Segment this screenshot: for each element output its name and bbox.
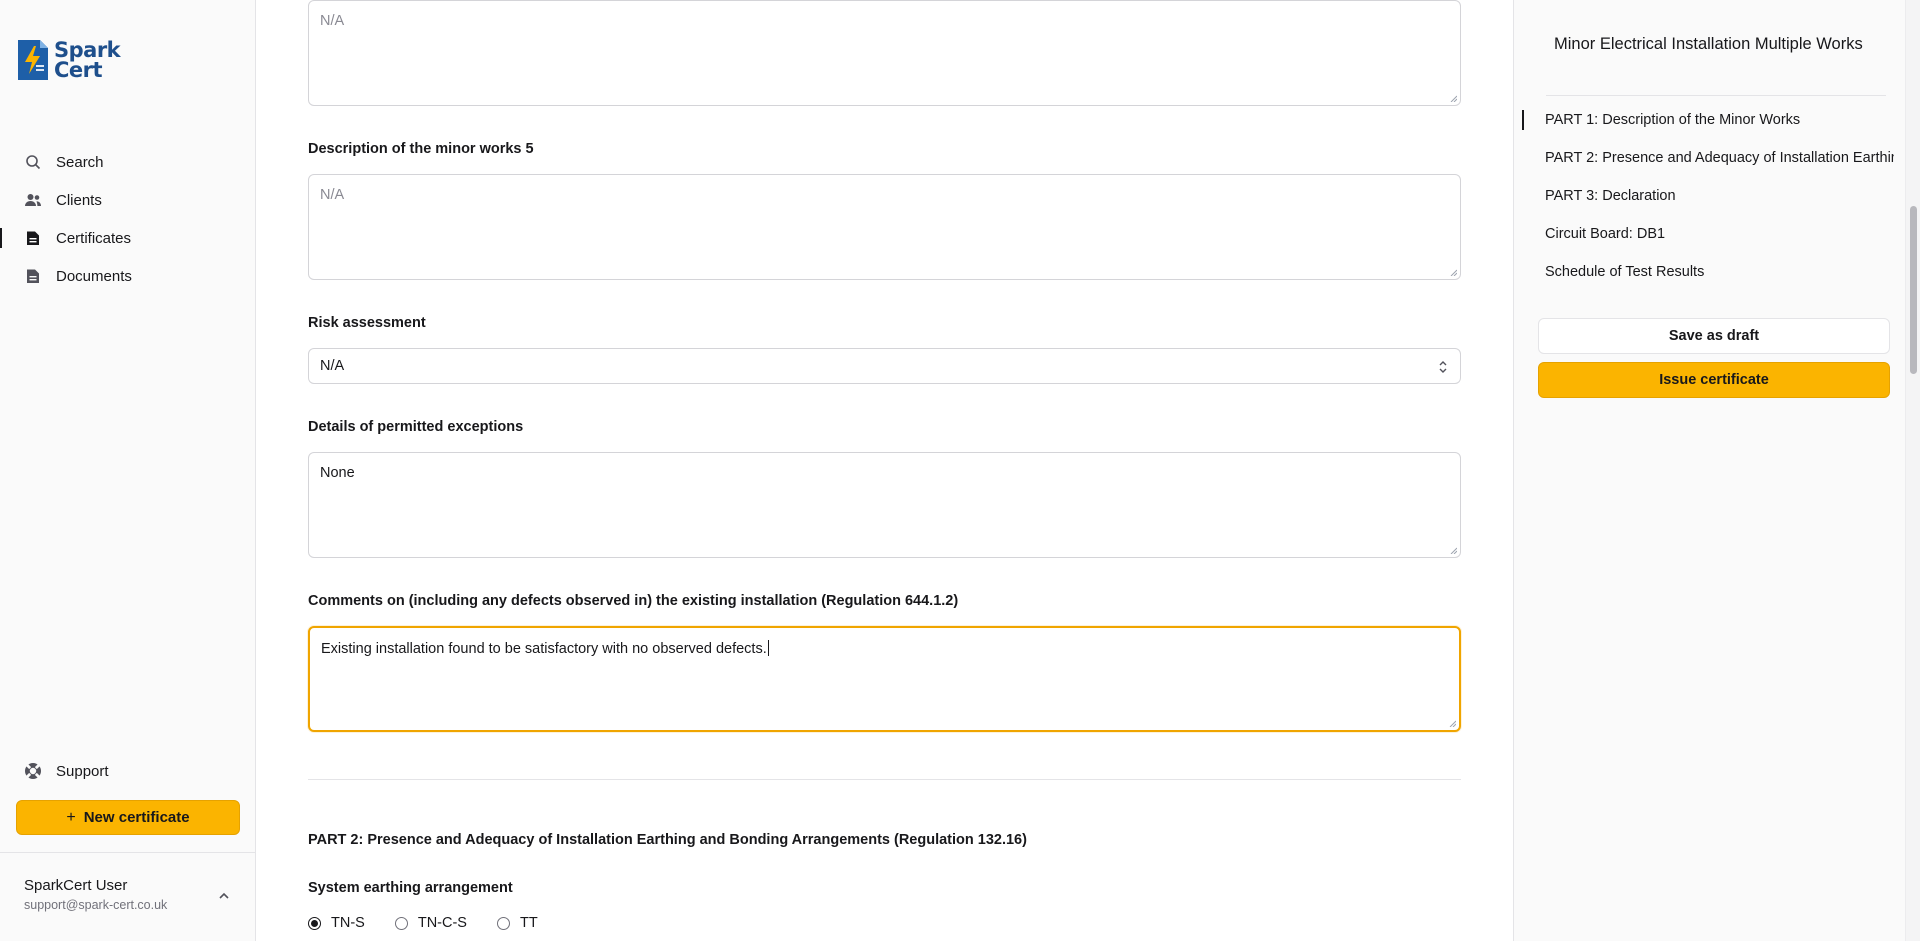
earthing-arrangement-label: System earthing arrangement [308, 880, 513, 896]
resize-grip-icon[interactable] [1449, 94, 1457, 102]
minor-works-4-textarea[interactable]: N/A [308, 0, 1461, 106]
document-icon [24, 267, 42, 285]
nav-item-search[interactable]: Search [0, 143, 256, 181]
resize-grip-icon[interactable] [1448, 719, 1456, 727]
radio-indicator [308, 916, 321, 930]
user-email: support@spark-cert.co.uk [24, 898, 168, 912]
radio-tn-s[interactable]: TN-S [308, 915, 365, 931]
comments-textarea[interactable]: Existing installation found to be satisf… [308, 626, 1461, 732]
minor-works-5-label: Description of the minor works 5 [308, 141, 534, 157]
new-certificate-button[interactable]: + New certificate [16, 800, 240, 835]
lifebuoy-icon [24, 762, 42, 780]
permitted-exceptions-label: Details of permitted exceptions [308, 419, 524, 435]
toc-item-part1[interactable]: PART 1: Description of the Minor Works [1514, 101, 1894, 139]
user-menu[interactable]: SparkCert User support@spark-cert.co.uk [24, 877, 167, 912]
textarea-value: Existing installation found to be satisf… [321, 641, 767, 657]
logo-wordmark: Spark Cert [54, 38, 121, 82]
select-value: N/A [320, 358, 345, 374]
resize-grip-icon[interactable] [1449, 546, 1457, 554]
lightning-document-icon [18, 40, 48, 80]
sparkcert-logo[interactable]: Spark Cert [16, 38, 121, 82]
text-caret [767, 640, 769, 656]
radio-indicator [394, 916, 408, 930]
resize-grip-icon[interactable] [1449, 268, 1457, 276]
nav-label: Clients [56, 191, 102, 209]
users-icon [24, 191, 42, 209]
issue-certificate-button[interactable]: Issue certificate [1538, 362, 1890, 398]
nav-item-documents[interactable]: Documents [0, 257, 256, 295]
radio-label: TN-C-S [417, 915, 467, 931]
certificate-icon [24, 229, 42, 247]
support-label: Support [56, 762, 109, 780]
textarea-placeholder: N/A [320, 13, 345, 29]
new-certificate-label: New certificate [83, 809, 190, 826]
toc-item-part2[interactable]: PART 2: Presence and Adequacy of Install… [1514, 139, 1894, 177]
outline-divider [1546, 95, 1886, 96]
toc-item-test-results[interactable]: Schedule of Test Results [1514, 253, 1894, 291]
earthing-radio-group: TN-S TN-C-S TT [308, 915, 568, 931]
nav-label: Documents [56, 267, 132, 285]
comments-label: Comments on (including any defects obser… [308, 593, 959, 609]
radio-tn-c-s[interactable]: TN-C-S [394, 915, 467, 931]
chevron-up-icon[interactable] [214, 886, 234, 906]
risk-assessment-label: Risk assessment [308, 315, 426, 331]
scrollbar-thumb[interactable] [1910, 206, 1917, 374]
document-outline-panel: Minor Electrical Installation Multiple W… [1513, 0, 1905, 941]
nav-item-clients[interactable]: Clients [0, 181, 256, 219]
textarea-value: None [320, 465, 355, 481]
search-icon [24, 153, 42, 171]
nav-label: Certificates [56, 229, 132, 247]
radio-label: TT [519, 915, 538, 931]
support-link[interactable]: Support [0, 752, 256, 790]
risk-assessment-select[interactable]: N/A [308, 348, 1461, 384]
main-nav: Search Clients Certificates Documents [0, 143, 256, 295]
certificate-form: N/A Description of the minor works 5 N/A… [256, 0, 1513, 941]
nav-label: Search [56, 153, 104, 171]
chevron-updown-icon [1439, 361, 1447, 373]
radio-label: TN-S [331, 915, 365, 931]
nav-item-certificates[interactable]: Certificates [0, 219, 256, 257]
plus-icon: + [66, 808, 76, 826]
textarea-placeholder: N/A [320, 187, 345, 203]
radio-indicator [496, 916, 510, 930]
minor-works-5-textarea[interactable]: N/A [308, 174, 1461, 280]
save-as-draft-button[interactable]: Save as draft [1538, 318, 1890, 354]
toc-item-part3[interactable]: PART 3: Declaration [1514, 177, 1894, 215]
page-scrollbar[interactable] [1905, 0, 1920, 941]
table-of-contents: PART 1: Description of the Minor Works P… [1514, 101, 1906, 291]
user-name: SparkCert User [24, 877, 128, 894]
document-title: Minor Electrical Installation Multiple W… [1554, 35, 1863, 53]
section-divider [308, 779, 1461, 780]
permitted-exceptions-textarea[interactable]: None [308, 452, 1461, 558]
toc-item-circuit-board[interactable]: Circuit Board: DB1 [1514, 215, 1894, 253]
sidebar-divider [0, 852, 256, 853]
part2-section-title: PART 2: Presence and Adequacy of Install… [308, 832, 1027, 848]
radio-tt[interactable]: TT [496, 915, 538, 931]
sidebar: Spark Cert Search Clients Certificates D… [0, 0, 256, 941]
